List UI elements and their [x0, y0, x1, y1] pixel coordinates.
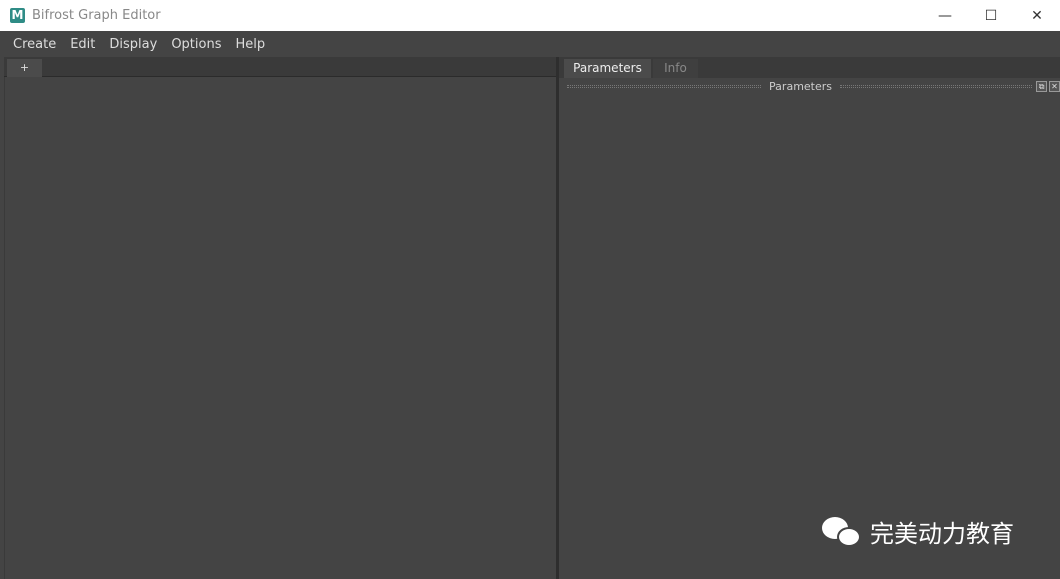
- menu-display[interactable]: Display: [102, 37, 164, 52]
- parameters-section-title: Parameters: [769, 80, 833, 93]
- menu-help[interactable]: Help: [228, 37, 272, 52]
- add-graph-tab-button[interactable]: +: [7, 59, 42, 77]
- window-title: Bifrost Graph Editor: [32, 8, 161, 23]
- parameters-pane: Parameters Info Parameters ⧉ ✕: [559, 57, 1060, 579]
- float-panel-icon[interactable]: ⧉: [1036, 81, 1048, 92]
- watermark: 完美动力教育: [822, 514, 1014, 549]
- menu-edit[interactable]: Edit: [63, 37, 102, 52]
- graph-canvas[interactable]: [4, 77, 557, 579]
- graph-pane: +: [4, 57, 557, 579]
- minimize-button[interactable]: —: [922, 0, 968, 31]
- drag-handle[interactable]: [567, 85, 762, 88]
- watermark-text: 完美动力教育: [870, 520, 1014, 548]
- tab-info[interactable]: Info: [653, 59, 698, 78]
- close-panel-icon[interactable]: ✕: [1049, 81, 1060, 92]
- close-button[interactable]: ✕: [1014, 0, 1060, 31]
- right-tab-bar: Parameters Info: [559, 57, 1060, 78]
- wechat-icon: [822, 515, 862, 549]
- parameters-header: Parameters ⧉ ✕: [559, 78, 1060, 95]
- maya-logo-icon: M: [10, 8, 25, 23]
- menu-options[interactable]: Options: [164, 37, 228, 52]
- tab-parameters[interactable]: Parameters: [564, 59, 651, 78]
- drag-handle[interactable]: [840, 85, 1033, 88]
- menu-bar: Create Edit Display Options Help: [0, 31, 1060, 57]
- graph-tab-bar: +: [4, 57, 557, 77]
- maximize-button[interactable]: ☐: [968, 0, 1014, 31]
- menu-create[interactable]: Create: [6, 37, 63, 52]
- title-bar: M Bifrost Graph Editor — ☐ ✕: [0, 0, 1060, 31]
